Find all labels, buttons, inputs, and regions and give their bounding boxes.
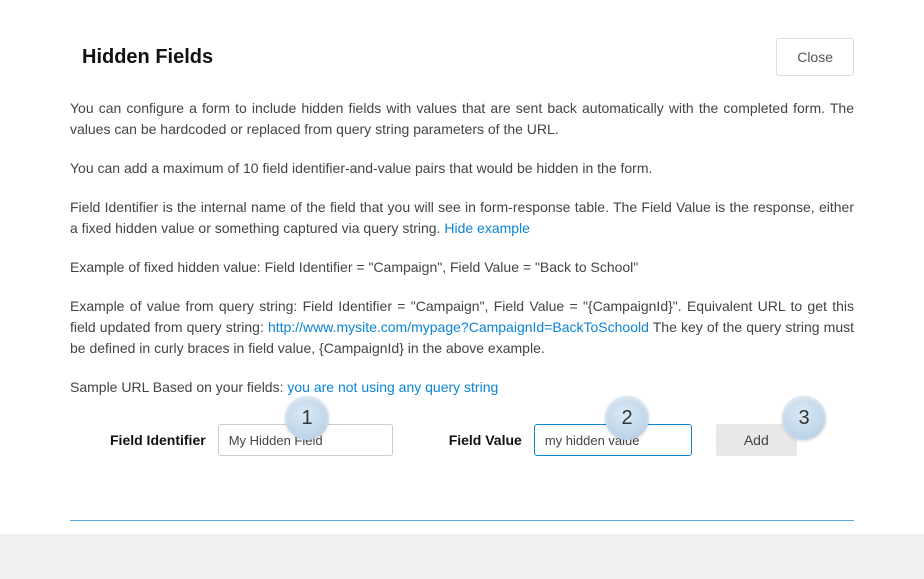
hide-example-link[interactable]: Hide example — [444, 220, 530, 236]
footer-space — [0, 534, 924, 578]
close-button[interactable]: Close — [776, 38, 854, 76]
example-fixed: Example of fixed hidden value: Field Ide… — [70, 257, 854, 278]
intro-para-3: Field Identifier is the internal name of… — [70, 197, 854, 239]
section-divider — [70, 520, 854, 521]
field-value-label: Field Value — [449, 430, 522, 451]
field-identifier-label: Field Identifier — [110, 430, 206, 451]
add-button[interactable]: Add — [716, 424, 797, 456]
dialog-header: Hidden Fields Close — [0, 0, 924, 98]
field-identifier-input[interactable] — [218, 424, 393, 456]
example-qs-url[interactable]: http://www.mysite.com/mypage?CampaignId=… — [268, 319, 649, 335]
intro-para-2: You can add a maximum of 10 field identi… — [70, 158, 854, 179]
sample-link[interactable]: you are not using any query string — [287, 379, 498, 395]
sample-pre: Sample URL Based on your fields: — [70, 379, 287, 395]
example-querystring: Example of value from query string: Fiel… — [70, 296, 854, 359]
hidden-fields-dialog: Hidden Fields Close You can configure a … — [0, 0, 924, 534]
intro-para-1: You can configure a form to include hidd… — [70, 98, 854, 140]
sample-url-line: Sample URL Based on your fields: you are… — [70, 377, 854, 398]
dialog-title: Hidden Fields — [82, 46, 213, 69]
add-field-row: 1 2 3 Field Identifier Field Value Add — [70, 424, 854, 480]
field-value-input[interactable] — [534, 424, 692, 456]
dialog-content: You can configure a form to include hidd… — [0, 98, 924, 520]
